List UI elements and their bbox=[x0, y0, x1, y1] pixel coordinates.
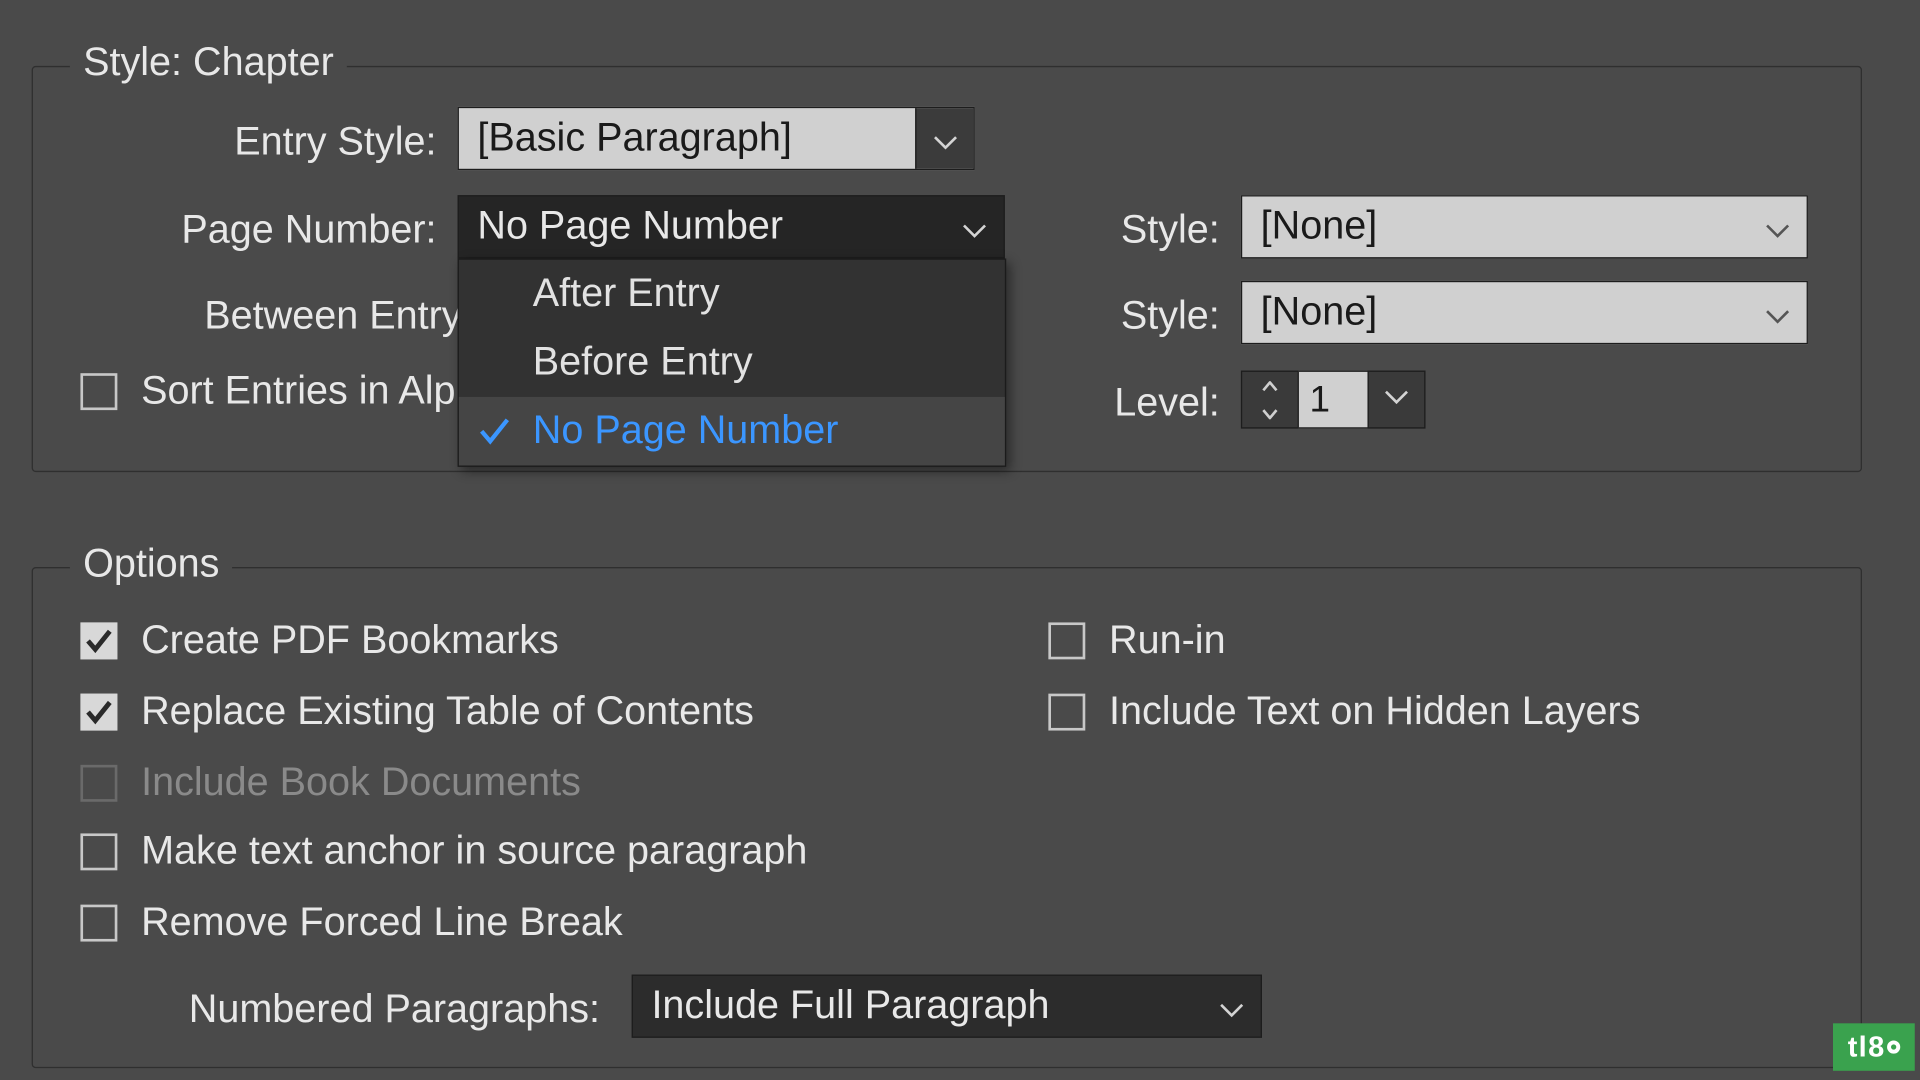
replace-toc-checkbox[interactable]: Replace Existing Table of Contents bbox=[80, 690, 754, 735]
create-pdf-bookmarks-checkbox[interactable]: Create PDF Bookmarks bbox=[80, 618, 558, 663]
style1-label: Style: bbox=[1035, 208, 1220, 253]
numbered-paragraphs-dropdown[interactable]: Include Full Paragraph bbox=[632, 975, 1262, 1038]
level-label: Level: bbox=[1035, 381, 1220, 426]
level-value[interactable]: 1 bbox=[1299, 371, 1368, 429]
page-number-dropdown-list[interactable]: After Entry Before Entry No Page Number bbox=[458, 258, 1007, 466]
include-book-documents-label: Include Book Documents bbox=[141, 761, 581, 806]
options-legend: Options bbox=[70, 542, 233, 587]
style1-dropdown-arrow[interactable] bbox=[1749, 196, 1807, 257]
include-book-documents-checkbox: Include Book Documents bbox=[80, 761, 580, 806]
remove-forced-line-break-checkbox[interactable]: Remove Forced Line Break bbox=[80, 901, 622, 946]
chevron-down-icon bbox=[1766, 290, 1790, 335]
checkbox-icon bbox=[80, 765, 117, 802]
watermark-o-icon bbox=[1887, 1040, 1900, 1053]
style1-value: [None] bbox=[1261, 204, 1378, 249]
page-number-dropdown[interactable]: No Page Number bbox=[458, 195, 1005, 258]
chevron-down-icon bbox=[1220, 984, 1244, 1029]
checkbox-icon bbox=[80, 622, 117, 659]
sort-alpha-checkbox[interactable]: Sort Entries in Alp bbox=[80, 369, 455, 414]
checkbox-icon bbox=[80, 694, 117, 731]
page-number-option-no-page-number[interactable]: No Page Number bbox=[459, 397, 1005, 466]
style2-dropdown[interactable]: [None] bbox=[1241, 281, 1808, 344]
entry-style-value: [Basic Paragraph] bbox=[477, 116, 791, 161]
style-chapter-legend: Style: Chapter bbox=[70, 41, 347, 86]
entry-style-label: Entry Style: bbox=[33, 120, 437, 165]
page-number-option-after-entry[interactable]: After Entry bbox=[459, 260, 1005, 329]
options-group: Options Create PDF Bookmarks Replace Exi… bbox=[32, 567, 1862, 1068]
checkbox-icon bbox=[80, 905, 117, 942]
style2-dropdown-arrow[interactable] bbox=[1749, 282, 1807, 343]
checkbox-icon bbox=[1048, 694, 1085, 731]
entry-style-dropdown-arrow[interactable] bbox=[915, 108, 973, 169]
remove-forced-line-break-label: Remove Forced Line Break bbox=[141, 901, 623, 946]
run-in-checkbox[interactable]: Run-in bbox=[1048, 618, 1225, 663]
level-up-arrow[interactable] bbox=[1242, 372, 1297, 400]
make-text-anchor-label: Make text anchor in source paragraph bbox=[141, 829, 807, 874]
chevron-down-icon bbox=[963, 204, 987, 249]
check-icon bbox=[475, 411, 515, 451]
create-pdf-bookmarks-label: Create PDF Bookmarks bbox=[141, 618, 559, 663]
style2-label: Style: bbox=[1035, 294, 1220, 339]
between-entry-label: Between Entry bbox=[33, 294, 462, 339]
make-text-anchor-checkbox[interactable]: Make text anchor in source paragraph bbox=[80, 829, 807, 874]
page-number-dropdown-arrow[interactable] bbox=[946, 196, 1004, 257]
sort-alpha-label: Sort Entries in Alp bbox=[141, 369, 455, 414]
chevron-down-icon bbox=[1385, 388, 1409, 412]
include-hidden-layers-label: Include Text on Hidden Layers bbox=[1109, 690, 1640, 735]
include-hidden-layers-checkbox[interactable]: Include Text on Hidden Layers bbox=[1048, 690, 1640, 735]
replace-toc-label: Replace Existing Table of Contents bbox=[141, 690, 754, 735]
page-number-option-before-entry[interactable]: Before Entry bbox=[459, 328, 1005, 397]
numbered-paragraphs-arrow[interactable] bbox=[1203, 976, 1261, 1037]
level-stepper[interactable]: 1 bbox=[1241, 371, 1426, 429]
checkbox-icon bbox=[80, 373, 117, 410]
run-in-label: Run-in bbox=[1109, 618, 1226, 663]
checkbox-icon bbox=[1048, 622, 1085, 659]
level-spin[interactable] bbox=[1241, 371, 1299, 429]
numbered-paragraphs-value: Include Full Paragraph bbox=[651, 984, 1049, 1029]
entry-style-dropdown[interactable]: [Basic Paragraph] bbox=[458, 107, 975, 170]
page-number-value: No Page Number bbox=[477, 204, 783, 249]
style-chapter-group: Style: Chapter Entry Style: [Basic Parag… bbox=[32, 66, 1862, 472]
watermark-logo: tl80 tl8 bbox=[1833, 1023, 1915, 1070]
page-number-label: Page Number: bbox=[33, 208, 437, 253]
style1-dropdown[interactable]: [None] bbox=[1241, 195, 1808, 258]
chevron-down-icon bbox=[1766, 204, 1790, 249]
checkbox-icon bbox=[80, 833, 117, 870]
numbered-paragraphs-label: Numbered Paragraphs: bbox=[99, 988, 600, 1033]
style2-value: [None] bbox=[1261, 290, 1378, 335]
chevron-down-icon bbox=[933, 116, 957, 161]
level-dropdown-arrow[interactable] bbox=[1367, 371, 1425, 429]
level-down-arrow[interactable] bbox=[1242, 400, 1297, 428]
